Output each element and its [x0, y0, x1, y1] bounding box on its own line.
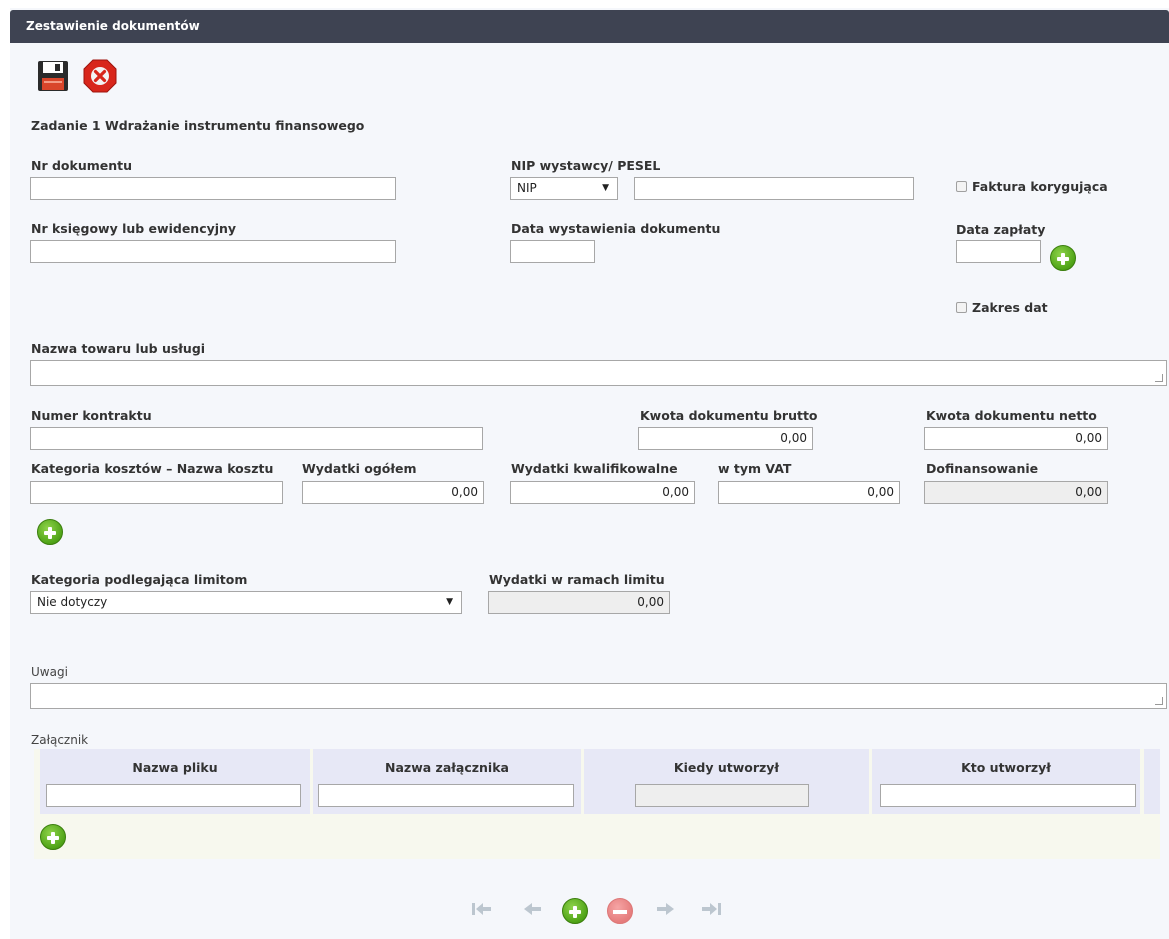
dofinansowanie-input: 0,00 — [924, 481, 1108, 504]
wydatki-limit-input: 0,00 — [488, 591, 670, 614]
nr-ksiegowy-input[interactable] — [30, 240, 396, 263]
nr-ksiegowy-label: Nr księgowy lub ewidencyjny — [31, 221, 237, 236]
column-header-label: Kto utworzył — [961, 760, 1051, 775]
remove-record-button[interactable] — [607, 898, 633, 924]
kategoria-limit-label: Kategoria podlegająca limitom — [31, 572, 248, 587]
resize-handle-icon[interactable] — [1155, 697, 1163, 705]
wydatki-kwalifikowalne-input[interactable]: 0,00 — [510, 481, 695, 504]
data-zaplaty-input[interactable] — [956, 240, 1041, 263]
kwota-brutto-input[interactable]: 0,00 — [638, 427, 813, 450]
last-record-icon[interactable] — [700, 901, 722, 922]
column-header-extra — [1144, 749, 1160, 814]
wydatki-kwalifikowalne-label: Wydatki kwalifikowalne — [511, 461, 678, 476]
nazwa-zalacznika-input[interactable] — [318, 784, 574, 807]
nazwa-pliku-input[interactable] — [46, 784, 301, 807]
kwota-netto-input[interactable]: 0,00 — [924, 427, 1108, 450]
dofinansowanie-label: Dofinansowanie — [926, 461, 1039, 476]
add-cost-category-button[interactable] — [37, 519, 63, 545]
uwagi-textarea[interactable] — [30, 683, 1167, 709]
kategoria-limit-select[interactable]: Nie dotyczy ▼ — [30, 591, 462, 614]
faktura-korygujaca-checkbox[interactable] — [956, 181, 967, 192]
add-attachment-button[interactable] — [40, 824, 66, 850]
next-record-icon[interactable] — [655, 901, 675, 922]
kategoria-limit-value: Nie dotyczy — [37, 595, 108, 609]
numer-kontraktu-input[interactable] — [30, 427, 483, 450]
faktura-korygujaca-label: Faktura korygująca — [972, 179, 1108, 194]
uwagi-label: Uwagi — [31, 665, 68, 679]
previous-record-icon[interactable] — [523, 901, 543, 922]
column-header-label: Kiedy utworzył — [673, 760, 780, 775]
wydatki-ogolem-input[interactable]: 0,00 — [302, 481, 484, 504]
first-record-icon[interactable] — [471, 901, 493, 922]
resize-handle-icon[interactable] — [1155, 374, 1163, 382]
cancel-button[interactable] — [83, 59, 117, 93]
nazwa-towaru-label: Nazwa towaru lub usługi — [31, 341, 206, 356]
wydatki-ogolem-label: Wydatki ogółem — [302, 461, 417, 476]
faktura-korygujaca[interactable]: Faktura korygująca — [956, 179, 1108, 194]
nip-type-value: NIP — [517, 181, 537, 195]
w-tym-vat-label: w tym VAT — [718, 461, 792, 476]
data-zaplaty-label: Data zapłaty — [956, 222, 1046, 237]
numer-kontraktu-label: Numer kontraktu — [31, 408, 152, 423]
panel-title: Zestawienie dokumentów — [10, 10, 1169, 43]
chevron-down-icon: ▼ — [602, 183, 609, 193]
kwota-brutto-label: Kwota dokumentu brutto — [640, 408, 818, 423]
attachments-table: Nazwa pliku Nazwa załącznika Kiedy utwor… — [34, 749, 1160, 859]
task-label: Zadanie 1 Wdrażanie instrumentu finansow… — [31, 118, 365, 133]
save-button[interactable] — [37, 60, 69, 92]
zalacznik-label: Załącznik — [31, 733, 89, 747]
column-header-label: Nazwa załącznika — [385, 760, 509, 775]
column-header-label: Nazwa pliku — [132, 760, 218, 775]
zakres-dat-label: Zakres dat — [972, 300, 1048, 315]
kwota-netto-label: Kwota dokumentu netto — [926, 408, 1097, 423]
wydatki-limit-label: Wydatki w ramach limitu — [489, 572, 665, 587]
kategoria-kosztow-input[interactable] — [30, 481, 283, 504]
zakres-dat-checkbox[interactable] — [956, 302, 967, 313]
w-tym-vat-input[interactable]: 0,00 — [718, 481, 900, 504]
zakres-dat[interactable]: Zakres dat — [956, 300, 1048, 315]
data-wystawienia-label: Data wystawienia dokumentu — [511, 221, 721, 236]
floppy-disk-icon — [38, 61, 68, 91]
add-record-button[interactable] — [562, 898, 588, 924]
nr-dokumentu-input[interactable] — [30, 177, 396, 200]
kto-utworzyl-input[interactable] — [880, 784, 1136, 807]
nr-dokumentu-label: Nr dokumentu — [31, 158, 133, 173]
nip-pesel-input[interactable] — [634, 177, 914, 200]
nip-pesel-label: NIP wystawcy/ PESEL — [511, 158, 661, 173]
add-date-button[interactable] — [1050, 245, 1076, 271]
nip-type-select[interactable]: NIP ▼ — [510, 177, 618, 200]
nazwa-towaru-textarea[interactable] — [30, 360, 1167, 386]
kategoria-kosztow-label: Kategoria kosztów – Nazwa kosztu — [31, 461, 274, 476]
kiedy-utworzyl-input — [635, 784, 809, 807]
chevron-down-icon: ▼ — [446, 597, 453, 607]
red-x-icon — [83, 59, 117, 93]
data-wystawienia-input[interactable] — [510, 240, 595, 263]
